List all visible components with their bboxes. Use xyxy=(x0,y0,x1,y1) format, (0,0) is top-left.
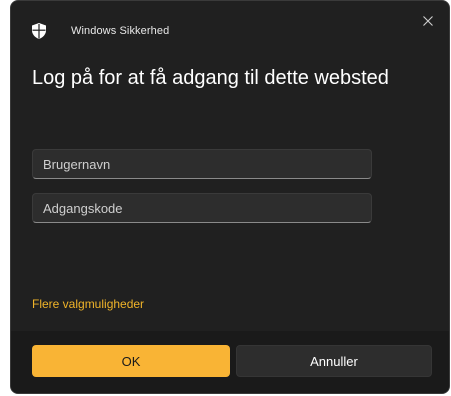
dialog-heading: Log på for at få adgang til dette webste… xyxy=(32,67,389,89)
close-button[interactable] xyxy=(415,9,441,35)
titlebar: Windows Sikkerhed xyxy=(11,1,449,41)
password-field[interactable] xyxy=(32,193,372,223)
dialog-footer: OK Annuller xyxy=(11,331,449,393)
shield-icon xyxy=(32,23,46,39)
close-icon xyxy=(423,13,433,31)
username-field[interactable] xyxy=(32,149,372,179)
app-title: Windows Sikkerhed xyxy=(71,25,170,37)
windows-security-dialog: Windows Sikkerhed Log på for at få adgan… xyxy=(10,0,450,394)
cancel-button[interactable]: Annuller xyxy=(236,345,432,377)
more-options-link[interactable]: Flere valgmuligheder xyxy=(32,297,144,311)
ok-button[interactable]: OK xyxy=(32,345,230,377)
